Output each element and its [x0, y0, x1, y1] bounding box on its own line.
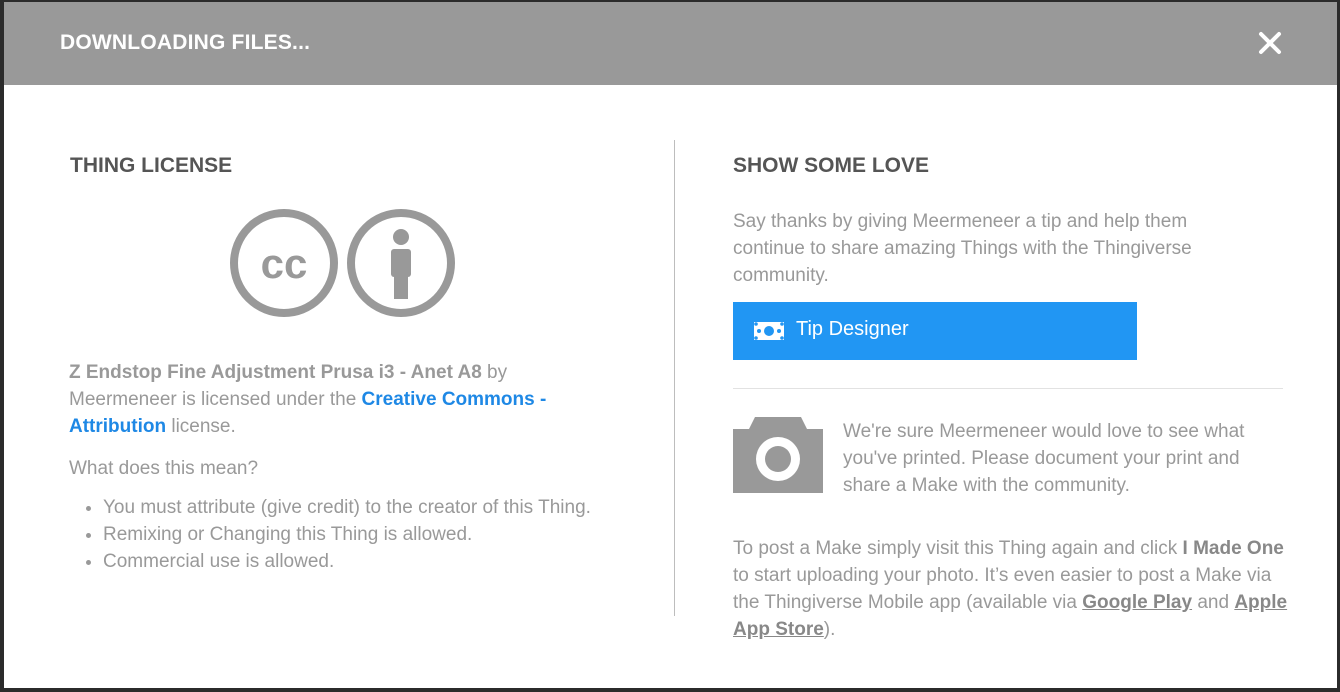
modal-title: DOWNLOADING FILES... — [60, 31, 311, 54]
modal-header: DOWNLOADING FILES... — [4, 2, 1337, 85]
svg-text:cc: cc — [261, 240, 308, 287]
google-play-link[interactable]: Google Play — [1082, 592, 1192, 613]
list-item: Remixing or Changing this Thing is allow… — [103, 521, 623, 548]
author-text: Meermeneer is licensed under the — [69, 389, 362, 410]
license-statement: Z Endstop Fine Adjustment Prusa i3 - Ane… — [69, 359, 589, 440]
i-made-one-text: I Made One — [1182, 538, 1284, 559]
tip-designer-button[interactable]: Tip Designer — [733, 302, 1137, 360]
column-divider — [674, 140, 675, 616]
download-modal: DOWNLOADING FILES... THING LICENSE cc Z … — [4, 2, 1337, 688]
tip-designer-label: Tip Designer — [796, 318, 909, 340]
love-section-title: SHOW SOME LOVE — [733, 154, 930, 177]
post-intro: To post a Make simply visit this Thing a… — [733, 538, 1183, 559]
license-suffix: license. — [166, 416, 236, 437]
license-section-title: THING LICENSE — [70, 154, 233, 177]
license-question: What does this mean? — [69, 458, 259, 479]
license-bullets: You must attribute (give credit) to the … — [69, 494, 623, 575]
attribution-person-icon — [347, 209, 455, 317]
close-button[interactable] — [1256, 29, 1284, 57]
list-item: You must attribute (give credit) to the … — [103, 494, 623, 521]
creative-commons-icon: cc — [230, 209, 338, 317]
by-text: by — [481, 362, 508, 383]
camera-icon — [733, 417, 823, 493]
post-end: ). — [823, 619, 836, 640]
money-icon — [754, 322, 784, 340]
tip-description: Say thanks by giving Meermeneer a tip an… — [733, 211, 1192, 286]
and-text: and — [1192, 592, 1235, 613]
section-divider — [733, 388, 1283, 389]
close-icon — [1259, 32, 1281, 54]
thing-name: Z Endstop Fine Adjustment Prusa i3 - Ane… — [69, 362, 482, 383]
post-make-instructions: To post a Make simply visit this Thing a… — [733, 535, 1293, 643]
license-icons: cc — [230, 209, 455, 317]
list-item: Commercial use is allowed. — [103, 548, 623, 575]
make-description: We're sure Meermeneer would love to see … — [843, 421, 1245, 496]
